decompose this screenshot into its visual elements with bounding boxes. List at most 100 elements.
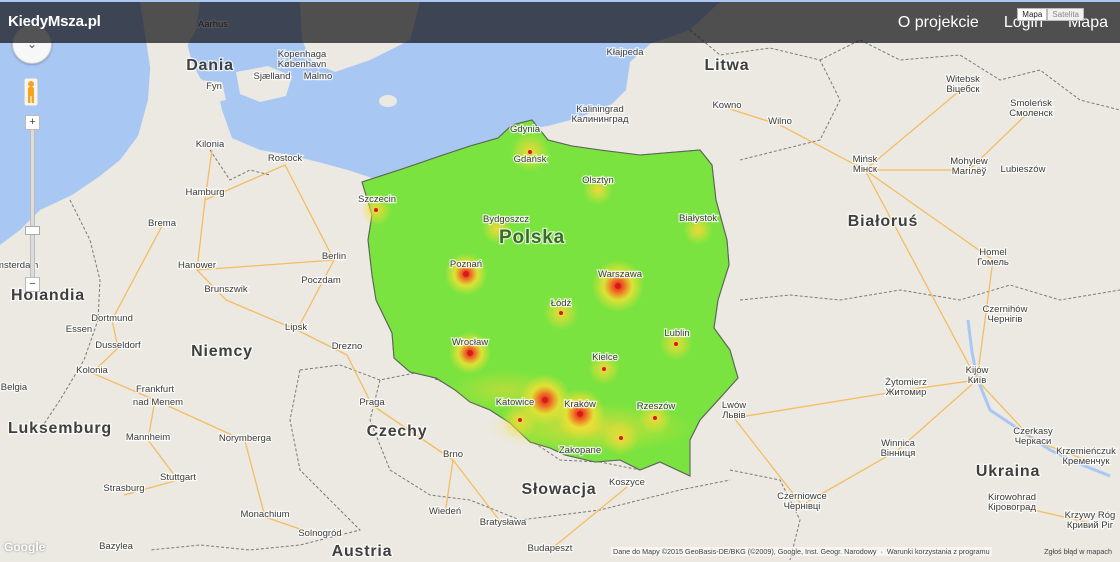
city-label: Lipsk (285, 322, 307, 333)
city-label: Вінниця (881, 448, 916, 459)
heat-spot-core (674, 342, 678, 346)
city-label: Львів (722, 410, 745, 421)
map-canvas[interactable]: Dania Litwa Polska Białoruś Niemcy Holandia Cz… (0, 0, 1120, 562)
city-label: Bazylea (99, 541, 134, 552)
city-label: Dusseldorf (95, 340, 141, 351)
zoom-slider-handle[interactable] (25, 226, 40, 235)
city-label: Gdańsk (514, 154, 547, 165)
city-label: Віцебск (946, 84, 980, 95)
city-label: Essen (66, 324, 92, 335)
city-label: Sjælland (254, 71, 291, 82)
city-label: Hanower (178, 260, 216, 271)
heat-spot-core (518, 418, 522, 422)
heat-spot-core (463, 271, 469, 277)
city-label: Berlin (322, 251, 346, 262)
city-label: Bydgoszcz (483, 214, 529, 225)
city-label: Solnogród (298, 528, 341, 539)
city-label: Kilonia (196, 139, 225, 150)
map-type-map-button[interactable]: Mapa (1017, 8, 1048, 21)
city-label: Кривий Ріг (1067, 520, 1114, 531)
country-label: Luksemburg (8, 420, 112, 437)
city-label: Olsztyn (582, 175, 614, 186)
city-label: Чернігів (988, 314, 1023, 325)
heat-spot-core (615, 283, 621, 289)
city-label: Brema (148, 218, 177, 229)
city-label: Praga (359, 397, 385, 408)
city-label: Смоленск (1009, 108, 1053, 119)
zoom-out-button[interactable]: − (25, 277, 40, 292)
city-label: Wiedeń (429, 506, 461, 517)
city-label: Norymberga (219, 433, 272, 444)
city-label: Gdynia (510, 124, 541, 135)
country-label: Dania (186, 57, 234, 74)
city-label: Wilno (768, 116, 792, 127)
city-label: Monachium (240, 509, 289, 520)
city-label: Kosz​yce (609, 477, 645, 488)
city-label: Кременчук (1062, 456, 1110, 467)
heat-spot-core (559, 311, 563, 315)
city-label: Mannheim (126, 432, 170, 443)
country-label: Austria (332, 543, 393, 560)
zoom-slider-track[interactable] (30, 129, 35, 279)
city-label: Kowno (712, 100, 741, 111)
country-label: Słowacja (522, 481, 597, 498)
city-label: Черкаси (1015, 436, 1052, 447)
city-label: Lubieszów (1001, 164, 1046, 175)
city-label: Poznań (450, 259, 482, 270)
nav-about-link[interactable]: O projekcie (898, 14, 979, 32)
country-label: Czechy (367, 423, 428, 440)
city-label: Białystok (679, 213, 717, 224)
city-label: Kraków (564, 399, 596, 410)
city-label: Dortmund (91, 313, 133, 324)
country-label: Ukraina (976, 463, 1040, 480)
city-label: Budapeszt (528, 543, 573, 554)
city-label: Fyn (206, 81, 222, 92)
city-label: Мінск (853, 164, 878, 175)
country-label: Litwa (705, 57, 750, 74)
city-label: Чернівці (784, 501, 821, 512)
brand-logo[interactable]: KiedyMsza.pl (8, 13, 101, 30)
report-error-link[interactable]: Zgłoś błąd w mapach (1044, 547, 1112, 556)
city-label: Brunszwik (204, 284, 248, 295)
city-label: Poczdam (301, 275, 341, 286)
google-logo: Google (4, 540, 46, 554)
city-label: Rzeszów (637, 401, 676, 412)
city-label: Łódź (551, 298, 572, 309)
country-label: Polska (499, 227, 565, 248)
city-label: Кіровоград (988, 502, 1036, 513)
zoom-in-button[interactable]: + (25, 115, 40, 130)
city-label: Bratysława (480, 517, 527, 528)
map-attribution: Dane do Mapy ©2015 GeoBasis-DE/BKG (©200… (611, 547, 992, 556)
heat-spot-core (542, 397, 548, 403)
heat-spot-core (467, 350, 473, 356)
country-label: Niemcy (191, 343, 253, 360)
city-label: Zakopane (559, 445, 601, 456)
map-type-satellite-button[interactable]: Satelita (1047, 8, 1084, 21)
pegman-icon[interactable] (24, 78, 38, 106)
city-label: Frankfurt (136, 384, 174, 395)
city-label: Strasburg (103, 483, 144, 494)
city-label: Belgia (1, 382, 28, 393)
map-svg[interactable]: Dania Litwa Polska Białoruś Niemcy Holandia Cz… (0, 0, 1120, 562)
terms-link[interactable]: Warunki korzystania z programu (887, 547, 990, 556)
city-label: Szczecin (358, 194, 396, 205)
bornholm (379, 95, 397, 107)
city-label: Katowice (496, 397, 535, 408)
heat-spot-core (653, 416, 657, 420)
city-label: Hamburg (185, 187, 224, 198)
map-type-switch: Mapa Satelita (1017, 8, 1084, 21)
city-label: Kłajpeda (607, 47, 645, 58)
city-label: København (278, 59, 327, 70)
heat-spot-core (619, 436, 623, 440)
city-label: nad Menem (133, 397, 183, 408)
city-label: Brno (443, 449, 463, 460)
heat-spot-core (602, 367, 606, 371)
city-label: Kolonia (76, 365, 108, 376)
attribution-text: Dane do Mapy ©2015 GeoBasis-DE/BKG (©200… (613, 547, 877, 556)
city-label: Malmo (304, 71, 333, 82)
city-label: Rostock (268, 153, 303, 164)
top-navbar: KiedyMsza.pl O projekcie Login Mapa (0, 2, 1120, 43)
heat-spot-core (577, 411, 583, 417)
city-label: Гомель (977, 257, 1009, 268)
city-label: Калининград (571, 114, 628, 125)
